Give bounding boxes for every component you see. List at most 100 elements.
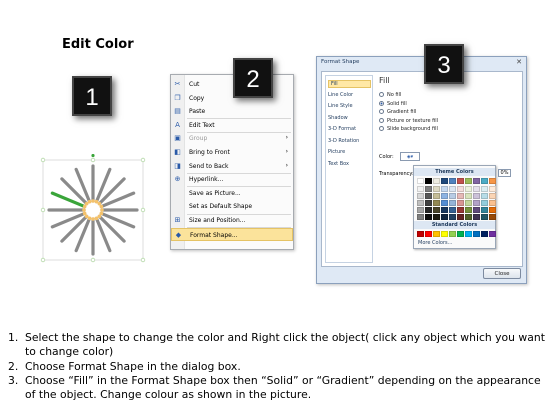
fill-option-no-fill[interactable]: No fill xyxy=(379,92,401,98)
theme-tint-swatch[interactable] xyxy=(457,186,464,192)
theme-tint-swatch[interactable] xyxy=(449,200,456,206)
theme-color-swatch[interactable] xyxy=(465,178,472,184)
theme-tint-swatch[interactable] xyxy=(473,200,480,206)
theme-tint-swatch[interactable] xyxy=(465,214,472,220)
theme-tint-swatch[interactable] xyxy=(449,214,456,220)
standard-color-swatch[interactable] xyxy=(425,231,432,237)
theme-tint-swatch[interactable] xyxy=(417,200,424,206)
theme-color-swatch[interactable] xyxy=(473,178,480,184)
nav-item-text-box[interactable]: Text Box xyxy=(328,161,371,167)
spoke-shape-graphic[interactable] xyxy=(40,153,146,266)
theme-tint-swatch[interactable] xyxy=(441,200,448,206)
theme-tint-swatch[interactable] xyxy=(489,200,496,206)
standard-color-swatch[interactable] xyxy=(465,231,472,237)
menu-item-cut[interactable]: ✂ Cut xyxy=(171,78,293,91)
theme-tint-swatch[interactable] xyxy=(433,200,440,206)
theme-tint-swatch[interactable] xyxy=(481,214,488,220)
theme-tint-swatch[interactable] xyxy=(425,193,432,199)
theme-tint-swatch[interactable] xyxy=(449,193,456,199)
nav-item-fill[interactable]: Fill xyxy=(328,80,371,88)
radio-button[interactable] xyxy=(379,126,384,131)
menu-item-hyperlink[interactable]: ⊕ Hyperlink... xyxy=(171,173,293,186)
nav-item-line-style[interactable]: Line Style xyxy=(328,103,371,109)
standard-color-swatch[interactable] xyxy=(457,231,464,237)
theme-tint-swatch[interactable] xyxy=(417,214,424,220)
fill-option-picture-or-texture-fill[interactable]: Picture or texture fill xyxy=(379,117,438,124)
dialog-close-icon[interactable]: ✕ xyxy=(516,58,522,66)
color-picker-button[interactable]: ◈▾ xyxy=(400,152,420,161)
menu-item-group[interactable]: ▣ Group › xyxy=(171,132,293,145)
fill-option-gradient-fill[interactable]: Gradient fill xyxy=(379,109,416,115)
theme-tint-swatch[interactable] xyxy=(457,200,464,206)
theme-tint-swatch[interactable] xyxy=(441,193,448,199)
theme-tint-swatch[interactable] xyxy=(481,186,488,192)
menu-item-bring-to-front[interactable]: ◧ Bring to Front › xyxy=(171,146,293,159)
nav-item-picture[interactable]: Picture xyxy=(328,149,371,155)
radio-button[interactable] xyxy=(379,109,384,114)
transparency-input[interactable]: 0% xyxy=(498,169,511,177)
menu-item-edit-text[interactable]: A Edit Text xyxy=(171,119,293,132)
theme-tint-swatch[interactable] xyxy=(441,186,448,192)
theme-tint-swatch[interactable] xyxy=(473,207,480,213)
standard-color-swatch[interactable] xyxy=(433,231,440,237)
theme-color-swatch[interactable] xyxy=(449,178,456,184)
theme-tint-swatch[interactable] xyxy=(425,214,432,220)
theme-tint-swatch[interactable] xyxy=(489,214,496,220)
theme-tint-swatch[interactable] xyxy=(417,186,424,192)
fill-option-slide-background-fill[interactable]: Slide background fill xyxy=(379,126,438,132)
fill-option-solid-fill[interactable]: Solid fill xyxy=(379,100,407,107)
standard-color-swatch[interactable] xyxy=(417,231,424,237)
standard-color-swatch[interactable] xyxy=(441,231,448,237)
radio-button[interactable] xyxy=(379,92,384,97)
theme-tint-swatch[interactable] xyxy=(449,186,456,192)
more-colors-link[interactable]: More Colors... xyxy=(418,240,452,246)
theme-tint-swatch[interactable] xyxy=(465,186,472,192)
theme-tint-swatch[interactable] xyxy=(473,193,480,199)
theme-tint-swatch[interactable] xyxy=(473,186,480,192)
theme-tint-swatch[interactable] xyxy=(425,200,432,206)
theme-tint-swatch[interactable] xyxy=(425,207,432,213)
nav-item-3-d-rotation[interactable]: 3-D Rotation xyxy=(328,138,371,144)
theme-tint-swatch[interactable] xyxy=(481,200,488,206)
nav-item-shadow[interactable]: Shadow xyxy=(328,115,371,121)
theme-tint-swatch[interactable] xyxy=(433,186,440,192)
standard-color-swatch[interactable] xyxy=(481,231,488,237)
theme-tint-swatch[interactable] xyxy=(425,186,432,192)
radio-button[interactable] xyxy=(379,100,384,106)
theme-tint-swatch[interactable] xyxy=(433,193,440,199)
theme-tint-swatch[interactable] xyxy=(489,186,496,192)
menu-item-paste[interactable]: ▤ Paste xyxy=(171,105,293,118)
theme-color-swatch[interactable] xyxy=(457,178,464,184)
menu-item-copy[interactable]: ❐ Copy xyxy=(171,92,293,105)
theme-tint-swatch[interactable] xyxy=(489,193,496,199)
nav-item-3-d-format[interactable]: 3-D Format xyxy=(328,126,371,132)
close-button[interactable]: Close xyxy=(483,268,521,279)
theme-tint-swatch[interactable] xyxy=(457,214,464,220)
spoke-shape[interactable] xyxy=(40,153,146,266)
theme-color-swatch[interactable] xyxy=(425,178,432,184)
theme-tint-swatch[interactable] xyxy=(441,214,448,220)
theme-tint-swatch[interactable] xyxy=(433,214,440,220)
standard-color-swatch[interactable] xyxy=(489,231,496,237)
theme-tint-swatch[interactable] xyxy=(433,207,440,213)
nav-item-line-color[interactable]: Line Color xyxy=(328,92,371,98)
theme-color-swatch[interactable] xyxy=(489,178,496,184)
theme-color-swatch[interactable] xyxy=(441,178,448,184)
theme-tint-swatch[interactable] xyxy=(449,207,456,213)
menu-item-set-as-default-shape[interactable]: Set as Default Shape xyxy=(171,200,293,213)
theme-tint-swatch[interactable] xyxy=(481,193,488,199)
theme-color-swatch[interactable] xyxy=(481,178,488,184)
standard-color-swatch[interactable] xyxy=(473,231,480,237)
menu-item-save-as-picture[interactable]: Save as Picture... xyxy=(171,187,293,200)
theme-tint-swatch[interactable] xyxy=(417,193,424,199)
theme-tint-swatch[interactable] xyxy=(457,193,464,199)
theme-tint-swatch[interactable] xyxy=(473,214,480,220)
menu-item-send-to-back[interactable]: ◨ Send to Back › xyxy=(171,160,293,173)
standard-color-swatch[interactable] xyxy=(449,231,456,237)
theme-tint-swatch[interactable] xyxy=(441,207,448,213)
theme-tint-swatch[interactable] xyxy=(457,207,464,213)
theme-tint-swatch[interactable] xyxy=(481,207,488,213)
theme-color-swatch[interactable] xyxy=(433,178,440,184)
theme-tint-swatch[interactable] xyxy=(417,207,424,213)
menu-item-size-and-position[interactable]: ⊞ Size and Position... xyxy=(171,214,293,227)
